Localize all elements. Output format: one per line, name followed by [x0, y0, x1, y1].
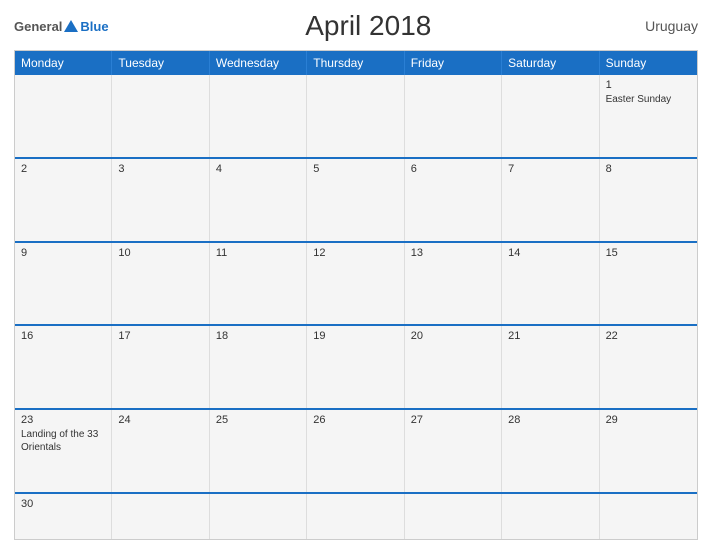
cal-week-6: 30 — [15, 492, 697, 539]
day-header-monday: Monday — [15, 51, 112, 75]
day-number: 21 — [508, 330, 592, 342]
cal-week-5: 23 Landing of the 33 Orientals 24 25 26 27 28 2… — [15, 408, 697, 492]
day-number: 15 — [606, 247, 691, 259]
cal-cell — [405, 494, 502, 539]
day-number: 25 — [216, 414, 300, 426]
day-number: 26 — [313, 414, 397, 426]
cal-cell: 30 — [15, 494, 112, 539]
day-number: 10 — [118, 247, 202, 259]
day-number: 27 — [411, 414, 495, 426]
logo-triangle-icon — [64, 20, 78, 32]
cal-cell: 14 — [502, 243, 599, 325]
logo: General Blue — [14, 19, 109, 34]
day-number: 13 — [411, 247, 495, 259]
day-number: 9 — [21, 247, 105, 259]
logo-blue-text: Blue — [80, 19, 108, 34]
calendar-title: April 2018 — [109, 10, 628, 42]
day-header-wednesday: Wednesday — [210, 51, 307, 75]
cal-cell: 2 — [15, 159, 112, 241]
day-header-thursday: Thursday — [307, 51, 404, 75]
cal-cell — [405, 75, 502, 157]
cal-cell — [502, 75, 599, 157]
day-number: 17 — [118, 330, 202, 342]
cal-cell: 6 — [405, 159, 502, 241]
calendar-grid: MondayTuesdayWednesdayThursdayFridaySatu… — [14, 50, 698, 540]
cal-cell: 24 — [112, 410, 209, 492]
cal-cell: 5 — [307, 159, 404, 241]
day-number: 12 — [313, 247, 397, 259]
cal-week-2: 2 3 4 5 6 7 8 — [15, 157, 697, 241]
logo-general-text: General — [14, 19, 62, 34]
cal-cell — [600, 494, 697, 539]
cal-cell: 13 — [405, 243, 502, 325]
day-header-sunday: Sunday — [600, 51, 697, 75]
cal-cell — [307, 75, 404, 157]
cal-cell: 10 — [112, 243, 209, 325]
calendar-body: 1Easter Sunday23456789101112131415161718… — [15, 75, 697, 539]
day-header-tuesday: Tuesday — [112, 51, 209, 75]
cal-week-3: 9 10 11 12 13 14 15 — [15, 241, 697, 325]
event-label: Landing of the 33 Orientals — [21, 429, 98, 453]
day-number: 14 — [508, 247, 592, 259]
cal-cell: 25 — [210, 410, 307, 492]
day-header-friday: Friday — [405, 51, 502, 75]
day-number: 8 — [606, 163, 691, 175]
day-number: 11 — [216, 247, 300, 259]
cal-cell: 11 — [210, 243, 307, 325]
day-number: 16 — [21, 330, 105, 342]
day-number: 3 — [118, 163, 202, 175]
day-number: 23 — [21, 414, 105, 426]
header: General Blue April 2018 Uruguay — [14, 10, 698, 42]
cal-cell: 7 — [502, 159, 599, 241]
cal-week-4: 16 17 18 19 20 21 22 — [15, 324, 697, 408]
cal-cell: 28 — [502, 410, 599, 492]
day-number: 22 — [606, 330, 691, 342]
cal-cell: 23 Landing of the 33 Orientals — [15, 410, 112, 492]
day-number: 20 — [411, 330, 495, 342]
cal-cell: 19 — [307, 326, 404, 408]
cal-cell: 12 — [307, 243, 404, 325]
calendar-page: General Blue April 2018 Uruguay MondayTu… — [0, 0, 712, 550]
day-number: 1 — [606, 79, 691, 91]
cal-cell — [112, 494, 209, 539]
day-number: 6 — [411, 163, 495, 175]
cal-cell: 1 Easter Sunday — [600, 75, 697, 157]
day-number: 5 — [313, 163, 397, 175]
cal-cell — [502, 494, 599, 539]
cal-cell: 21 — [502, 326, 599, 408]
cal-cell: 3 — [112, 159, 209, 241]
cal-cell: 27 — [405, 410, 502, 492]
calendar-header-row: MondayTuesdayWednesdayThursdayFridaySatu… — [15, 51, 697, 75]
cal-cell: 22 — [600, 326, 697, 408]
day-header-saturday: Saturday — [502, 51, 599, 75]
cal-cell — [210, 75, 307, 157]
day-number: 24 — [118, 414, 202, 426]
day-number: 30 — [21, 498, 105, 510]
country-label: Uruguay — [628, 18, 698, 34]
day-number: 19 — [313, 330, 397, 342]
cal-cell — [307, 494, 404, 539]
day-number: 4 — [216, 163, 300, 175]
cal-cell: 18 — [210, 326, 307, 408]
cal-cell — [112, 75, 209, 157]
cal-cell: 20 — [405, 326, 502, 408]
cal-cell: 17 — [112, 326, 209, 408]
event-label: Easter Sunday — [606, 94, 672, 105]
cal-cell: 16 — [15, 326, 112, 408]
cal-cell: 4 — [210, 159, 307, 241]
cal-cell: 15 — [600, 243, 697, 325]
cal-cell: 29 — [600, 410, 697, 492]
cal-cell — [210, 494, 307, 539]
day-number: 2 — [21, 163, 105, 175]
day-number: 7 — [508, 163, 592, 175]
day-number: 28 — [508, 414, 592, 426]
cal-cell: 8 — [600, 159, 697, 241]
cal-cell — [15, 75, 112, 157]
cal-week-1: 1 Easter Sunday — [15, 75, 697, 157]
cal-cell: 9 — [15, 243, 112, 325]
day-number: 29 — [606, 414, 691, 426]
cal-cell: 26 — [307, 410, 404, 492]
day-number: 18 — [216, 330, 300, 342]
